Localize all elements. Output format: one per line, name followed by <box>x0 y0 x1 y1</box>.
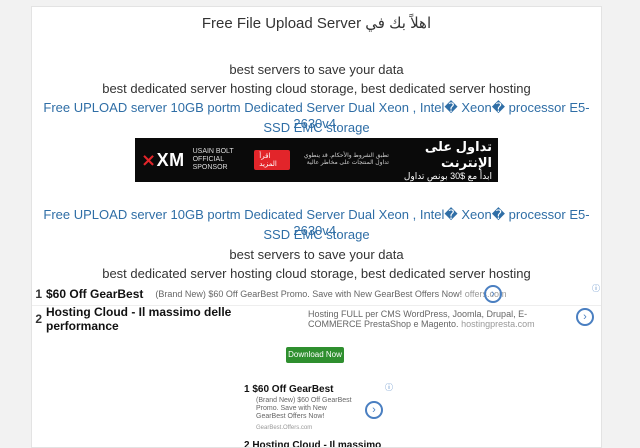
adchoices-icon[interactable]: ⓘ <box>385 382 393 393</box>
banner-title: تداول على الإنترنت <box>424 138 492 170</box>
ad-link-2[interactable]: 2 Hosting Cloud - Il massimo delle perfo… <box>32 305 601 333</box>
banner-cta-button[interactable]: اقرأ المزيد <box>254 150 291 170</box>
chevron-right-icon[interactable]: › <box>365 401 383 419</box>
banner-headline: تداول على الإنترنت ابدأ مع $30 بونص تداو… <box>389 139 492 182</box>
tagline-4: best dedicated server hosting cloud stor… <box>102 266 531 281</box>
ad-box[interactable]: 1 $60 Off GearBest (Brand New) $60 Off G… <box>240 377 393 447</box>
ad-box-title-2[interactable]: 2 Hosting Cloud - Il massimo <box>244 440 381 447</box>
ad-box-url: GearBest.Offers.com <box>256 425 313 431</box>
ad-title[interactable]: Hosting Cloud - Il massimo delle perform… <box>46 305 296 333</box>
tagline-2: best dedicated server hosting cloud stor… <box>102 81 531 96</box>
banner-disclaimer: تطبق الشروط والأحكام. قد ينطوي تداول الم… <box>303 153 389 166</box>
ad-link-1[interactable]: 1 $60 Off GearBest (Brand New) $60 Off G… <box>32 283 601 305</box>
page-title: Free File Upload Server اهلاً بك في <box>201 15 432 32</box>
download-now-button[interactable]: Download Now <box>286 347 344 363</box>
ad-box-description: (Brand New) $60 Off GearBest Promo. Save… <box>256 397 352 420</box>
xm-banner-ad[interactable]: ⨯XM USAIN BOLT OFFICIAL SPONSOR اقرأ المز… <box>135 138 498 182</box>
ad-description: (Brand New) $60 Off GearBest Promo. Save… <box>155 289 507 299</box>
sponsor-label: USAIN BOLT OFFICIAL SPONSOR <box>192 148 234 171</box>
tagline-1: best servers to save your data <box>229 62 404 77</box>
xm-logo: ⨯XM <box>141 149 185 170</box>
tagline-3: best servers to save your data <box>229 247 404 262</box>
ad-number: 2 <box>35 312 42 326</box>
chevron-right-icon[interactable]: › <box>484 285 502 303</box>
server-info-4: SSD EMC storage <box>263 227 370 242</box>
ad-number: 1 <box>35 287 42 301</box>
server-info-2: SSD EMC storage <box>263 120 370 135</box>
ad-box-title[interactable]: 1 $60 Off GearBest <box>244 384 334 395</box>
adchoices-icon[interactable]: ⓘ <box>592 283 600 294</box>
page-container: Free File Upload Server اهلاً بك في best… <box>31 6 602 448</box>
banner-subtitle: ابدأ مع $30 بونص تداول <box>403 170 492 181</box>
ad-description: Hosting FULL per CMS WordPress, Joomla, … <box>308 309 535 329</box>
ad-title[interactable]: $60 Off GearBest <box>46 287 143 301</box>
chevron-right-icon[interactable]: › <box>576 308 594 326</box>
